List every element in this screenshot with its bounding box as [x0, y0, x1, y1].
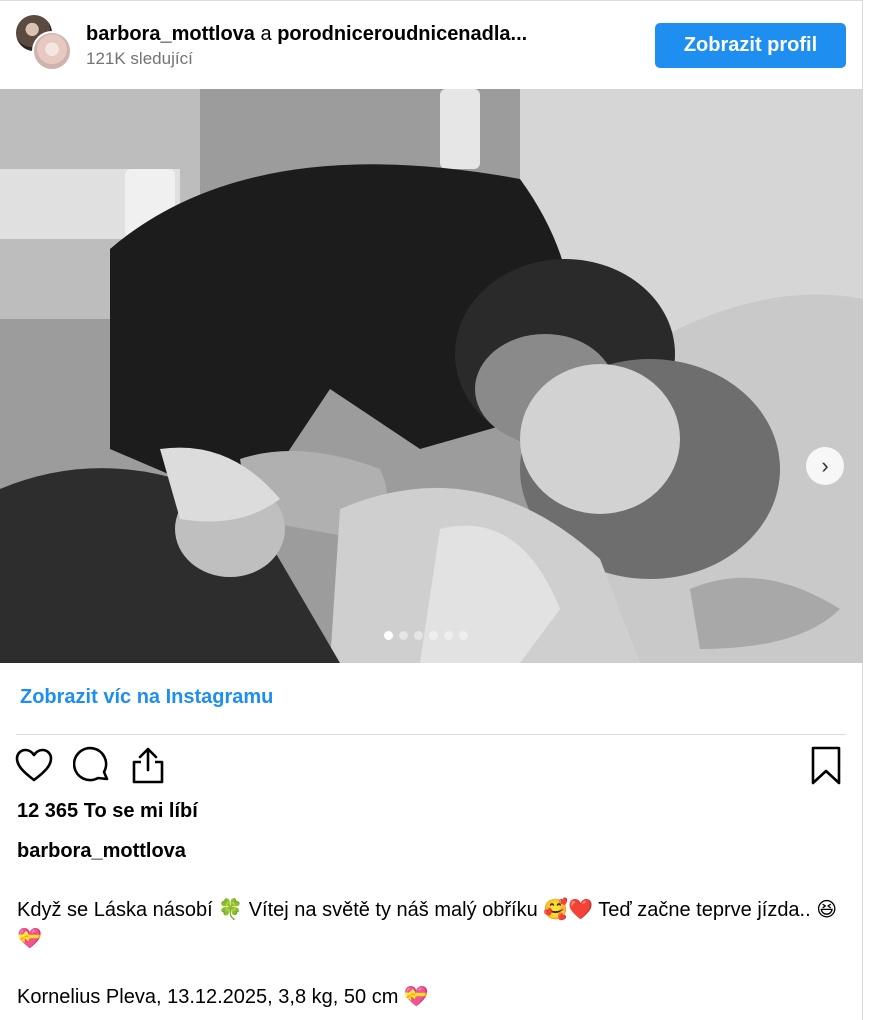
carousel-dot — [414, 631, 423, 640]
bookmark-icon[interactable] — [806, 746, 846, 786]
caption-line: Kornelius Pleva, 13.12.2025, 3,8 kg, 50 … — [17, 986, 429, 1008]
follower-count: 121K sledující — [86, 49, 193, 68]
author-username[interactable]: barbora_mottlova — [86, 23, 255, 45]
share-icon[interactable] — [128, 746, 168, 786]
divider — [16, 734, 846, 735]
post-header: barbora_mottlova a porodniceroudnicenadl… — [0, 1, 863, 89]
post-caption: Když se Láska násobí 🍀 Vítej na světě ty… — [17, 896, 847, 1012]
caption-line: Když se Láska násobí 🍀 Vítej na světě ty… — [17, 899, 838, 950]
instagram-embed-card: barbora_mottlova a porodniceroudnicenadl… — [0, 0, 863, 1020]
heart-icon[interactable] — [14, 746, 54, 786]
carousel-dot — [399, 631, 408, 640]
carousel-dot — [459, 631, 468, 640]
view-more-on-instagram-link[interactable]: Zobrazit víc na Instagramu — [20, 686, 273, 709]
chevron-right-icon: › — [821, 453, 829, 478]
caption-username[interactable]: barbora_mottlova — [17, 840, 186, 863]
post-authors: barbora_mottlova a porodniceroudnicenadl… — [86, 23, 527, 46]
carousel-dot — [429, 631, 438, 640]
photo-illustration — [0, 89, 863, 663]
carousel-dot — [384, 631, 393, 640]
post-photo[interactable]: › — [0, 89, 863, 663]
coauthor-username[interactable]: porodniceroudnicenadla... — [277, 23, 527, 45]
carousel-dot — [444, 631, 453, 640]
avatar[interactable] — [32, 31, 72, 71]
view-profile-button[interactable]: Zobrazit profil — [655, 23, 846, 68]
avatar-group[interactable] — [14, 13, 72, 71]
authors-connector: a — [254, 23, 278, 45]
like-count[interactable]: 12 365 To se mi líbí — [17, 800, 198, 823]
carousel-indicator — [384, 631, 468, 641]
carousel-next-button[interactable]: › — [806, 447, 844, 485]
comment-icon[interactable] — [72, 746, 113, 786]
